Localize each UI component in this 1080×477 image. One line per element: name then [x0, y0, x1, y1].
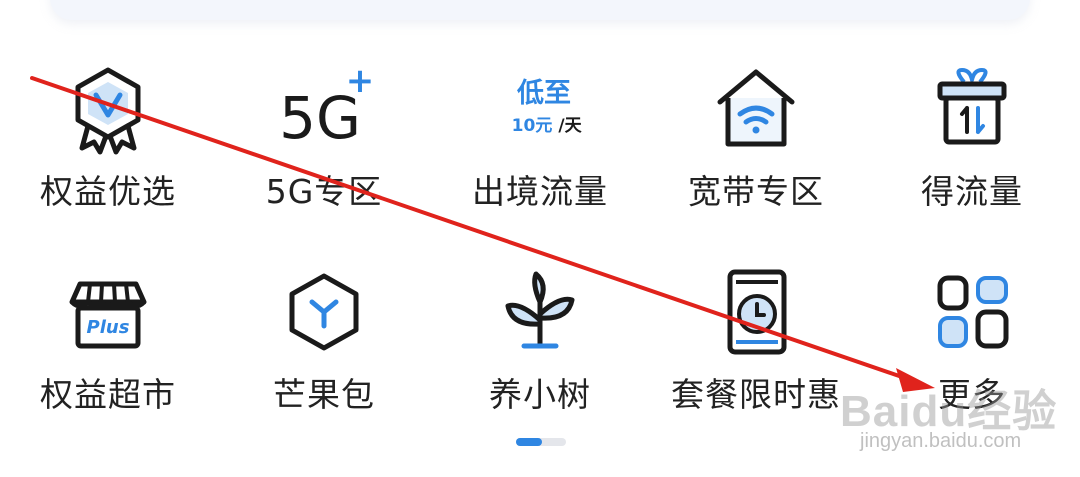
annotation-arrow: [30, 76, 935, 392]
arrow-head: [896, 368, 935, 392]
arrow-line: [30, 76, 907, 380]
